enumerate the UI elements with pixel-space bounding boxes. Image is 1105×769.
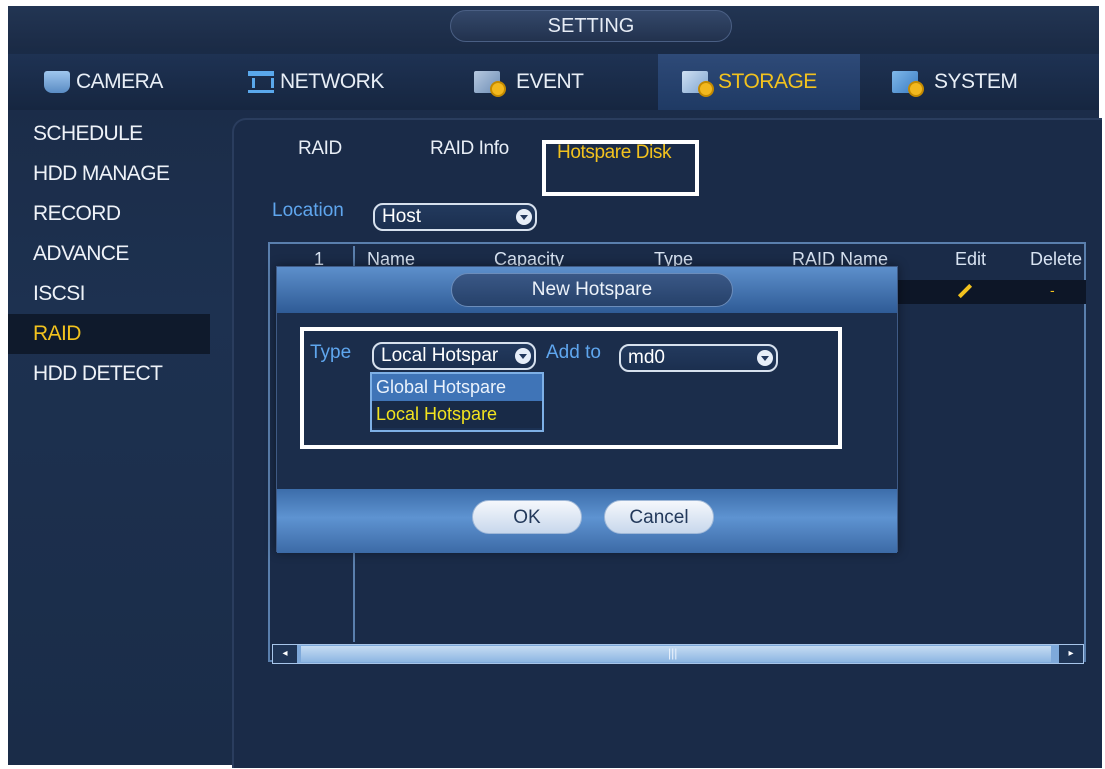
type-select[interactable]: Local Hotspar <box>372 342 536 370</box>
column-header-edit: Edit <box>955 249 987 269</box>
type-label: Type <box>310 342 352 363</box>
network-icon <box>248 71 274 93</box>
tab-raid-info[interactable]: RAID Info <box>430 138 509 160</box>
nav-tab-label: NETWORK <box>280 70 384 93</box>
nav-tab-label: EVENT <box>516 70 584 93</box>
location-label: Location <box>272 200 344 221</box>
location-value: Host <box>382 206 422 227</box>
top-nav: CAMERA NETWORK EVENT STORAGE SYSTEM <box>8 54 1099 110</box>
nav-tab-system[interactable]: SYSTEM <box>880 54 1099 110</box>
nav-tab-label: CAMERA <box>76 70 163 93</box>
camera-icon <box>44 71 70 93</box>
pencil-icon[interactable] <box>958 283 972 297</box>
tab-raid[interactable]: RAID <box>298 138 342 160</box>
scroll-grip-icon: ||| <box>668 646 678 660</box>
table-row[interactable] <box>897 280 1086 304</box>
event-icon <box>474 71 506 97</box>
storage-icon <box>682 71 714 97</box>
nav-tab-storage[interactable]: STORAGE <box>658 54 860 110</box>
option-global-hotspare[interactable]: Global Hotspare <box>372 374 542 401</box>
location-select[interactable]: Host <box>373 203 537 231</box>
sidebar-item-hdd-detect[interactable]: HDD DETECT <box>8 354 210 394</box>
chevron-down-icon <box>516 209 532 225</box>
option-local-hotspare[interactable]: Local Hotspare <box>372 401 542 428</box>
ok-button[interactable]: OK <box>472 500 582 534</box>
type-value: Local Hotspar <box>381 345 499 366</box>
nav-tab-network[interactable]: NETWORK <box>244 54 462 110</box>
sidebar-item-iscsi[interactable]: ISCSI <box>8 274 210 314</box>
cancel-button[interactable]: Cancel <box>604 500 714 534</box>
chevron-down-icon <box>757 350 773 366</box>
scroll-left-icon[interactable]: ◂ <box>273 645 297 663</box>
sidebar-item-hdd-manage[interactable]: HDD MANAGE <box>8 154 210 194</box>
delete-mark[interactable]: - <box>1050 282 1055 298</box>
scroll-right-icon[interactable]: ▸ <box>1059 645 1083 663</box>
sidebar-item-schedule[interactable]: SCHEDULE <box>8 114 210 154</box>
add-to-value: md0 <box>628 347 665 368</box>
highlight-frame <box>542 140 699 196</box>
nav-tab-label: STORAGE <box>718 70 817 93</box>
sidebar-item-record[interactable]: RECORD <box>8 194 210 234</box>
dialog-header: New Hotspare <box>277 267 897 313</box>
column-header-delete: Delete <box>1030 249 1083 269</box>
nav-tab-camera[interactable]: CAMERA <box>26 54 256 110</box>
sidebar-item-raid[interactable]: RAID <box>8 314 210 354</box>
system-icon <box>892 71 924 97</box>
type-dropdown-list: Global Hotspare Local Hotspare <box>370 372 544 432</box>
nav-tab-event[interactable]: EVENT <box>466 54 656 110</box>
sidebar: SCHEDULE HDD MANAGE RECORD ADVANCE ISCSI… <box>8 112 212 765</box>
add-to-select[interactable]: md0 <box>619 344 778 372</box>
add-to-label: Add to <box>546 342 601 363</box>
sidebar-item-advance[interactable]: ADVANCE <box>8 234 210 274</box>
horizontal-scrollbar[interactable]: ◂ ||| ▸ <box>272 644 1084 664</box>
title-bar: SETTING <box>8 6 1099 48</box>
page-title: SETTING <box>450 10 732 42</box>
dialog-footer <box>277 489 897 553</box>
nav-tab-label: SYSTEM <box>934 70 1018 93</box>
chevron-down-icon <box>515 348 531 364</box>
dialog-title: New Hotspare <box>451 273 733 307</box>
